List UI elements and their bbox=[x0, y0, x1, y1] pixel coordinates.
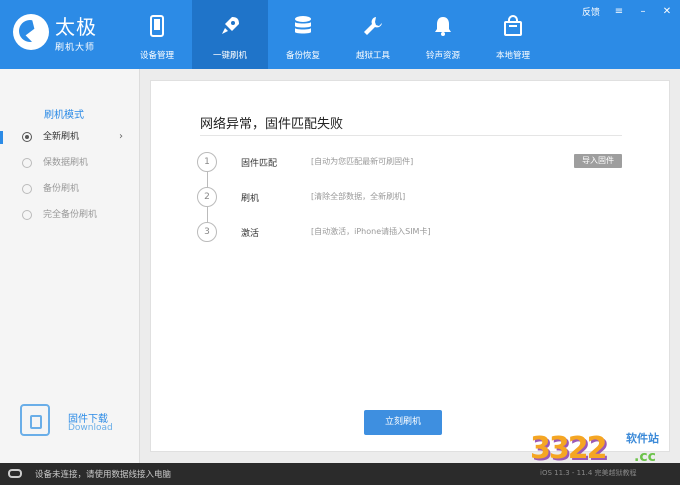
nav-backup-restore[interactable]: 备份恢复 bbox=[268, 0, 338, 69]
nav-label: 越狱工具 bbox=[355, 51, 390, 61]
wrench-icon bbox=[364, 17, 382, 35]
nav-label: 备份恢复 bbox=[285, 51, 320, 61]
window-controls: 反馈 ≡ – ✕ bbox=[582, 5, 672, 18]
link-icon bbox=[8, 469, 22, 478]
step-number: 3 bbox=[197, 222, 217, 242]
bag-icon bbox=[504, 15, 522, 36]
chevron-right-icon: › bbox=[119, 131, 123, 142]
step-connector bbox=[207, 207, 208, 223]
nav-one-click-flash[interactable]: 一键刷机 bbox=[192, 0, 268, 69]
site-watermark: 3322 软件站 .cc bbox=[530, 423, 678, 483]
sidebar-item-label: 保数据刷机 bbox=[43, 158, 89, 168]
main-nav: 设备管理 一键刷机 备份恢复 越狱工具 铃声资源 本地管理 bbox=[122, 0, 548, 69]
watermark-domain: .cc bbox=[634, 449, 656, 465]
watermark-number: 3322 bbox=[530, 431, 607, 466]
sidebar-item-fresh-flash[interactable]: 全新刷机 › bbox=[0, 126, 140, 148]
refresh-icon bbox=[22, 210, 32, 220]
import-firmware-button[interactable]: 导入固件 bbox=[574, 154, 622, 168]
step-name: 固件匹配 bbox=[241, 159, 278, 169]
sidebar-item-full-backup-flash[interactable]: 完全备份刷机 bbox=[0, 204, 140, 226]
rocket-icon bbox=[222, 17, 239, 34]
app-logo: 太极 刷机大师 bbox=[13, 14, 133, 54]
bell-icon bbox=[435, 17, 451, 36]
nav-local-manager[interactable]: 本地管理 bbox=[478, 0, 548, 69]
divider bbox=[200, 135, 622, 136]
sidebar: 刷机模式 全新刷机 › 保数据刷机 备份刷机 完全备份刷机 固件下载 Downl… bbox=[0, 69, 140, 463]
sidebar-item-backup-flash[interactable]: 备份刷机 bbox=[0, 178, 140, 200]
step-flash: 2 刷机 [清除全部数据，全新刷机] bbox=[197, 187, 627, 207]
step-description: [清除全部数据，全新刷机] bbox=[311, 192, 406, 201]
step-number: 2 bbox=[197, 187, 217, 207]
firmware-download-icon bbox=[20, 404, 50, 436]
nav-ringtones[interactable]: 铃声资源 bbox=[408, 0, 478, 69]
taiji-logo-icon bbox=[13, 14, 49, 50]
nav-jailbreak-tools[interactable]: 越狱工具 bbox=[338, 0, 408, 69]
nav-label: 本地管理 bbox=[495, 51, 530, 61]
step-name: 刷机 bbox=[241, 194, 260, 204]
ban-icon bbox=[22, 184, 32, 194]
connection-status: 设备未连接，请使用数据线接入电脑 bbox=[35, 470, 172, 480]
flash-panel: 网络异常，固件匹配失败 1 固件匹配 [自动为您匹配最新可刷固件] 导入固件 2… bbox=[150, 80, 670, 452]
active-indicator bbox=[0, 131, 3, 144]
download-subtitle: Download bbox=[68, 423, 113, 433]
database-icon bbox=[295, 16, 311, 34]
radio-icon bbox=[22, 132, 32, 142]
menu-icon[interactable]: ≡ bbox=[614, 6, 624, 17]
minimize-icon[interactable]: – bbox=[638, 6, 648, 17]
nav-label: 一键刷机 bbox=[212, 51, 247, 61]
step-number: 1 bbox=[197, 152, 217, 172]
firmware-download[interactable]: 固件下载 Download bbox=[20, 404, 130, 444]
step-description: [自动为您匹配最新可刷固件] bbox=[311, 157, 414, 166]
sidebar-item-label: 全新刷机 bbox=[43, 132, 80, 142]
step-activate: 3 激活 [自动激活，iPhone请插入SIM卡] bbox=[197, 222, 627, 242]
step-description: [自动激活，iPhone请插入SIM卡] bbox=[311, 227, 431, 236]
sidebar-item-keep-data-flash[interactable]: 保数据刷机 bbox=[0, 152, 140, 174]
nav-label: 铃声资源 bbox=[425, 51, 460, 61]
close-icon[interactable]: ✕ bbox=[662, 6, 672, 17]
sidebar-item-label: 备份刷机 bbox=[43, 184, 80, 194]
app-title: 太极 bbox=[55, 15, 97, 39]
page-title: 网络异常，固件匹配失败 bbox=[200, 117, 344, 132]
sidebar-title: 刷机模式 bbox=[44, 110, 84, 121]
flash-now-button[interactable]: 立刻刷机 bbox=[364, 410, 442, 435]
feedback-link[interactable]: 反馈 bbox=[582, 5, 600, 18]
phone-icon bbox=[150, 15, 164, 37]
nav-label: 设备管理 bbox=[139, 51, 174, 61]
watermark-site: 软件站 bbox=[626, 432, 659, 445]
nav-device-manager[interactable]: 设备管理 bbox=[122, 0, 192, 69]
step-connector bbox=[207, 172, 208, 188]
step-name: 激活 bbox=[241, 229, 260, 239]
step-firmware-match: 1 固件匹配 [自动为您匹配最新可刷固件] bbox=[197, 152, 627, 172]
clock-icon bbox=[22, 158, 32, 168]
header: 太极 刷机大师 设备管理 一键刷机 备份恢复 越狱工具 铃声资源 本地管理 反馈 bbox=[0, 0, 680, 69]
sidebar-item-label: 完全备份刷机 bbox=[43, 210, 98, 220]
app-subtitle: 刷机大师 bbox=[55, 43, 96, 53]
